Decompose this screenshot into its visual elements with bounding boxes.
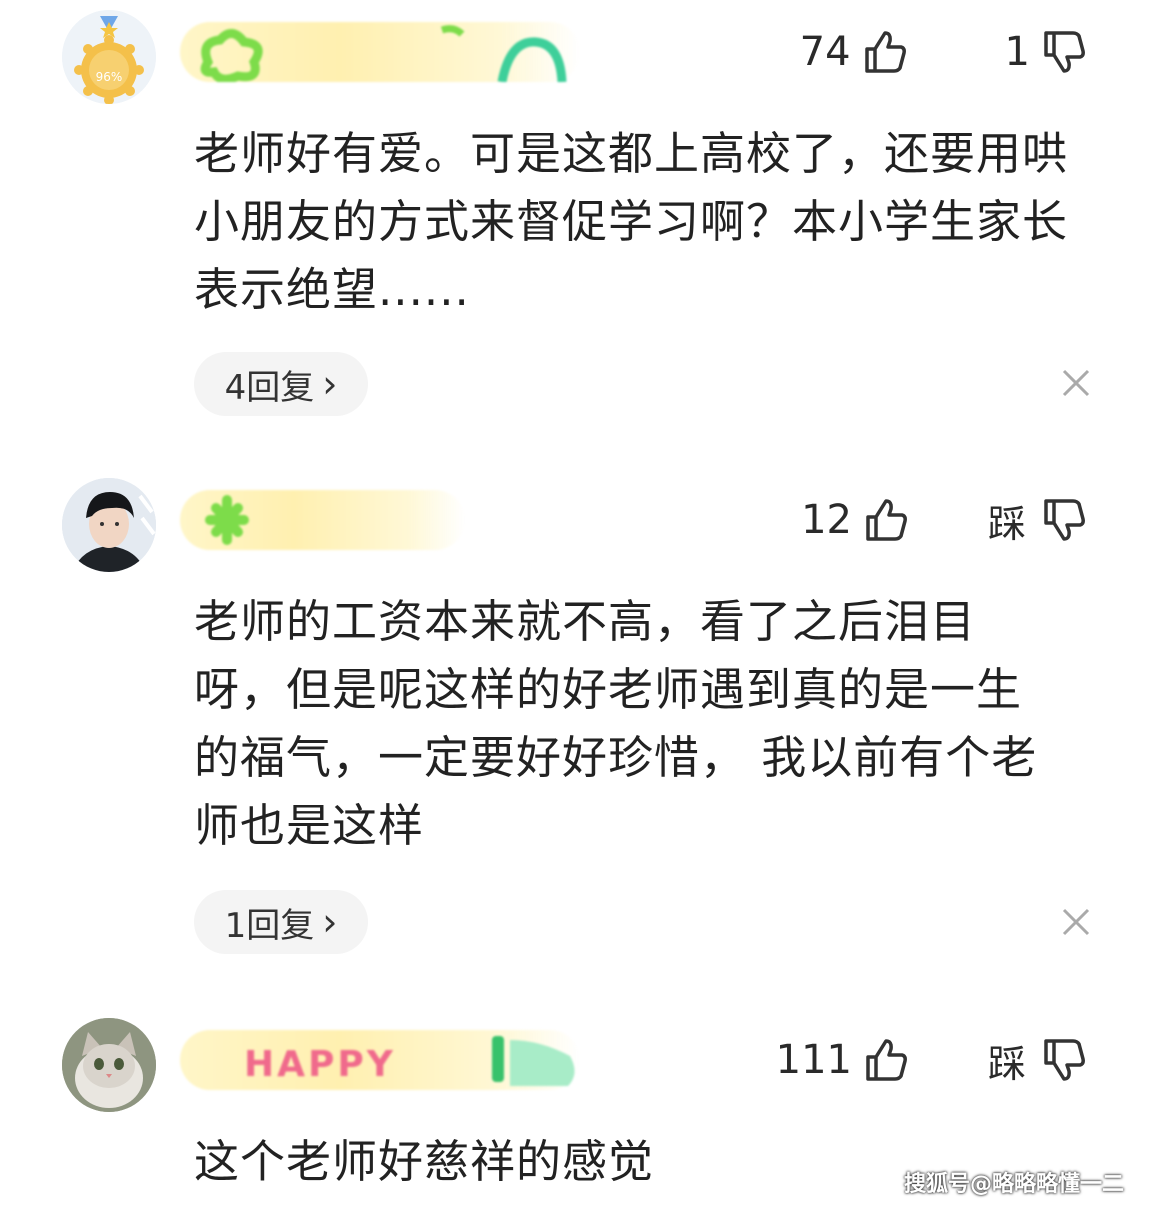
thumbs-down-icon[interactable] — [1040, 497, 1086, 543]
username-blurred[interactable] — [180, 22, 580, 84]
cat-icon — [62, 1018, 156, 1112]
like-count: 74 — [799, 29, 851, 75]
comment-text: 老师的工资本来就不高，看了之后泪目呀，但是呢这样的好老师遇到真的是一生的福气，一… — [194, 595, 1038, 852]
dislike-label: 踩 — [987, 501, 1026, 546]
thumbs-down-icon[interactable] — [1040, 29, 1086, 75]
replies-button[interactable]: 1回复 › — [194, 890, 368, 954]
comment-actions: 12 踩 — [801, 490, 1086, 550]
chevron-right-icon: › — [322, 900, 338, 944]
comment-actions: 111 踩 — [776, 1030, 1086, 1090]
close-icon[interactable] — [1058, 365, 1094, 401]
thumbs-down-icon[interactable] — [1040, 1037, 1086, 1083]
comment-actions: 74 1 — [800, 22, 1086, 82]
thumbs-up-icon[interactable] — [862, 497, 908, 543]
source-watermark: 搜狐号@略略略懂一二 — [903, 1172, 1124, 1197]
thumbs-up-icon[interactable] — [861, 29, 907, 75]
like-count: 111 — [775, 1037, 852, 1083]
thumbs-up-icon[interactable] — [862, 1037, 908, 1083]
medal-icon: 96% — [62, 10, 156, 104]
username-blurred[interactable]: HAPPY — [180, 1030, 580, 1090]
dislike-count: 1 — [1004, 29, 1030, 75]
avatar-badge[interactable]: 96% — [62, 10, 156, 104]
replies-button[interactable]: 4回复 › — [194, 352, 368, 416]
dislike-label: 踩 — [987, 1041, 1026, 1086]
sticker-decoration — [200, 25, 567, 84]
like-count: 12 — [801, 497, 852, 543]
sticker-text: HAPPY — [244, 1044, 396, 1085]
avatar-person[interactable] — [62, 478, 156, 572]
badge-percent: 96% — [96, 70, 123, 84]
happy-sticker: HAPPY — [244, 1036, 575, 1086]
chevron-right-icon: › — [322, 362, 338, 406]
replies-label: 4回复 — [224, 367, 315, 408]
close-icon[interactable] — [1058, 904, 1094, 940]
replies-label: 1回复 — [224, 905, 315, 946]
comment-text: 老师好有爱。可是这都上高校了，还要用哄小朋友的方式来督促学习啊？本小学生家长表示… — [194, 127, 1069, 316]
person-icon — [62, 478, 156, 572]
sticker-decoration — [205, 495, 249, 545]
username-blurred[interactable] — [180, 490, 465, 550]
avatar-cat[interactable] — [62, 1018, 156, 1112]
